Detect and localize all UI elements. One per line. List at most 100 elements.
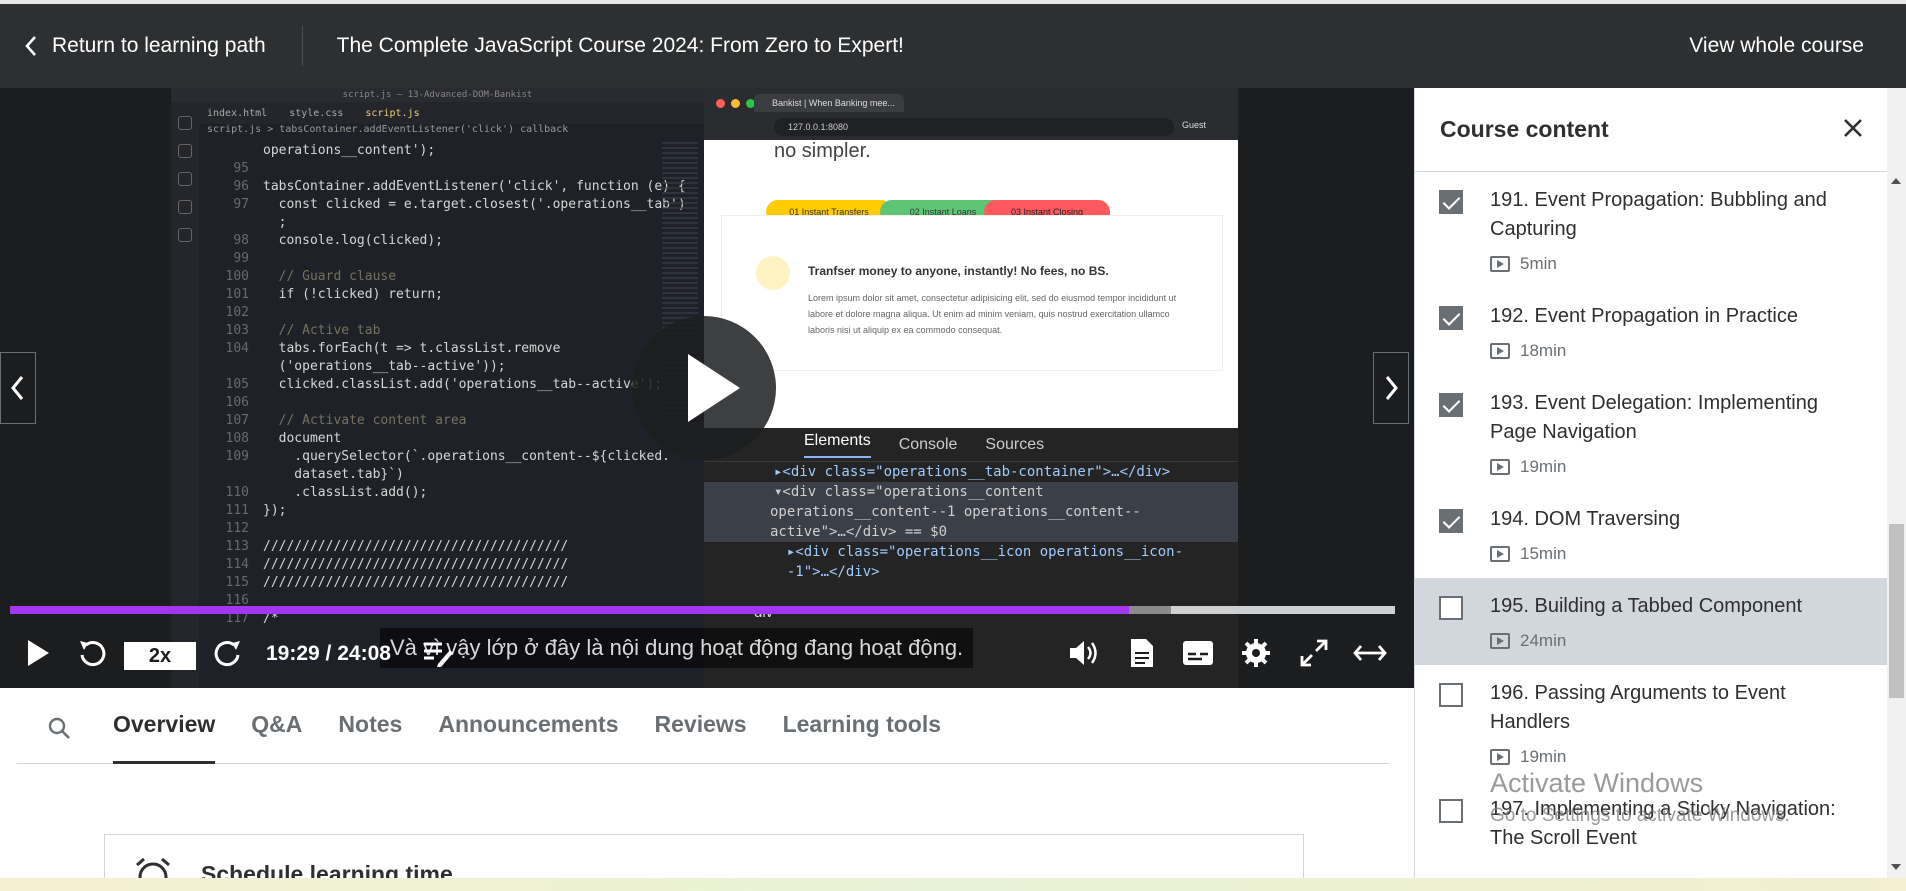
note-icon bbox=[424, 642, 453, 667]
code-line: 110 .classList.add(); bbox=[207, 484, 704, 502]
lecture-item[interactable]: 193. Event Delegation: Implementing Page… bbox=[1415, 375, 1887, 491]
play-overlay-button[interactable] bbox=[632, 316, 776, 460]
next-lecture-button[interactable] bbox=[1373, 352, 1409, 424]
add-note-button[interactable] bbox=[418, 628, 458, 678]
tab-overview[interactable]: Overview bbox=[113, 692, 216, 764]
line-number: 107 bbox=[225, 413, 249, 428]
code-line: dataset.tab}`) bbox=[207, 466, 704, 484]
taskbar-edge bbox=[0, 878, 1906, 891]
lecture-list: 191. Event Propagation: Bubbling and Cap… bbox=[1415, 172, 1887, 867]
site-card-title: Tranfser money to anyone, instantly! No … bbox=[808, 264, 1109, 278]
rewind-5s-button[interactable] bbox=[72, 628, 112, 678]
line-number: 108 bbox=[225, 431, 249, 446]
play-icon bbox=[28, 640, 49, 666]
close-icon[interactable] bbox=[1839, 114, 1867, 142]
window-dots bbox=[716, 99, 755, 108]
code-line: 104 tabs.forEach(t => t.classList.remove bbox=[207, 340, 704, 358]
lecture-checkbox[interactable] bbox=[1439, 190, 1463, 214]
video-icon bbox=[1490, 749, 1510, 765]
code-line: 111}); bbox=[207, 502, 704, 520]
line-text: // Active tab bbox=[263, 323, 381, 338]
line-text: operations__content'); bbox=[263, 143, 436, 158]
lecture-duration: 19min bbox=[1520, 457, 1567, 476]
progress-bar[interactable] bbox=[10, 606, 1395, 614]
search-icon bbox=[178, 144, 192, 158]
dom-line: -1">…</div> bbox=[770, 564, 880, 580]
line-number: 103 bbox=[225, 323, 249, 338]
lecture-duration: 5min bbox=[1520, 254, 1557, 273]
lecture-checkbox[interactable] bbox=[1439, 306, 1463, 330]
code-lines: operations__content'); 95 96 tabsContainer.… bbox=[207, 142, 704, 628]
code-line: 99 bbox=[207, 250, 704, 268]
return-to-learning-path-link[interactable]: Return to learning path bbox=[0, 34, 266, 58]
code-line: 115 /////////////////////////////////////… bbox=[207, 574, 704, 592]
lecture-meta: 19min bbox=[1490, 457, 1867, 477]
lecture-checkbox[interactable] bbox=[1439, 799, 1463, 823]
browser-url: 127.0.0.1:8080 bbox=[774, 118, 1174, 136]
previous-lecture-button[interactable] bbox=[0, 352, 36, 424]
lecture-meta: 24min bbox=[1490, 631, 1867, 651]
expand-width-button[interactable] bbox=[1350, 628, 1390, 678]
dom-line-selected: ▾<div class="operations__content bbox=[704, 482, 1238, 502]
captions-button[interactable] bbox=[1178, 628, 1218, 678]
lecture-checkbox[interactable] bbox=[1439, 683, 1463, 707]
sidebar-scrollbar[interactable] bbox=[1887, 88, 1906, 878]
line-text: const clicked = e.target.closest('.opera… bbox=[263, 197, 686, 212]
line-text: tabsContainer.addEventListener('click', … bbox=[263, 179, 686, 194]
devtools-tabs: Elements Console Sources bbox=[704, 428, 1238, 462]
line-text: /////////////////////////////////////// bbox=[263, 575, 569, 590]
tab-reviews[interactable]: Reviews bbox=[655, 692, 747, 764]
tab-notes[interactable]: Notes bbox=[338, 692, 402, 764]
scroll-down-arrow-icon[interactable] bbox=[1891, 864, 1901, 870]
settings-button[interactable] bbox=[1236, 628, 1276, 678]
lecture-checkbox[interactable] bbox=[1439, 596, 1463, 620]
code-line: 103 // Active tab bbox=[207, 322, 704, 340]
lecture-duration: 15min bbox=[1520, 544, 1567, 563]
transcript-button[interactable] bbox=[1122, 628, 1162, 678]
code-line: 100 // Guard clause bbox=[207, 268, 704, 286]
progress-played bbox=[10, 606, 1130, 614]
volume-button[interactable] bbox=[1064, 628, 1104, 678]
chevron-right-icon bbox=[1385, 376, 1398, 400]
code-line: 102 bbox=[207, 304, 704, 322]
code-line: 96 tabsContainer.addEventListener('click'… bbox=[207, 178, 704, 196]
scrollbar-thumb[interactable] bbox=[1889, 524, 1904, 698]
lecture-item[interactable]: 195. Building a Tabbed Component 24min bbox=[1415, 578, 1887, 665]
editor-tabs: index.html style.css script.js bbox=[171, 102, 704, 124]
tab-qa[interactable]: Q&A bbox=[251, 692, 302, 764]
forward-5s-button[interactable] bbox=[208, 628, 248, 678]
scroll-up-arrow-icon[interactable] bbox=[1891, 178, 1901, 184]
editor-activity-bar bbox=[171, 102, 199, 688]
video-player[interactable]: script.js — 13-Advanced-DOM-Bankist inde… bbox=[0, 88, 1414, 688]
dom-line: ▸<div class="operations__icon operations… bbox=[770, 544, 1184, 560]
lecture-item[interactable]: 192. Event Propagation in Practice 18min bbox=[1415, 288, 1887, 375]
line-number: 99 bbox=[233, 251, 249, 266]
code-line: 97 const clicked = e.target.closest('.op… bbox=[207, 196, 704, 214]
play-button[interactable] bbox=[18, 628, 58, 678]
chevron-left-icon bbox=[11, 376, 24, 400]
video-icon bbox=[1490, 633, 1510, 649]
site-card-text: Lorem ipsum dolor sit amet, consectetur … bbox=[808, 293, 1177, 335]
volume-icon bbox=[1070, 641, 1097, 665]
line-number: 106 bbox=[225, 395, 249, 410]
tab-announcements[interactable]: Announcements bbox=[438, 692, 618, 764]
lecture-checkbox[interactable] bbox=[1439, 393, 1463, 417]
playback-speed-button[interactable]: 2x bbox=[124, 642, 196, 670]
editor-window-title: script.js — 13-Advanced-DOM-Bankist bbox=[171, 88, 704, 102]
fullscreen-button[interactable] bbox=[1294, 628, 1334, 678]
line-number: 97 bbox=[233, 197, 249, 212]
view-whole-course-link[interactable]: View whole course bbox=[1689, 34, 1864, 58]
lecture-item[interactable]: 196. Passing Arguments to Event Handlers… bbox=[1415, 665, 1887, 781]
lecture-item[interactable]: 194. DOM Traversing 15min bbox=[1415, 491, 1887, 578]
search-tab[interactable] bbox=[47, 692, 89, 764]
captions-icon bbox=[1183, 641, 1213, 665]
editor-tab-active: script.js bbox=[365, 107, 420, 119]
lecture-title: 191. Event Propagation: Bubbling and Cap… bbox=[1490, 189, 1827, 240]
devtools-tab: Sources bbox=[985, 435, 1045, 453]
line-text: // Activate content area bbox=[263, 413, 467, 428]
lecture-checkbox[interactable] bbox=[1439, 509, 1463, 533]
lecture-item[interactable]: 191. Event Propagation: Bubbling and Cap… bbox=[1415, 172, 1887, 288]
tab-learning-tools[interactable]: Learning tools bbox=[783, 692, 941, 764]
code-line: ; bbox=[207, 214, 704, 232]
site-heading: no simpler. bbox=[774, 140, 871, 162]
